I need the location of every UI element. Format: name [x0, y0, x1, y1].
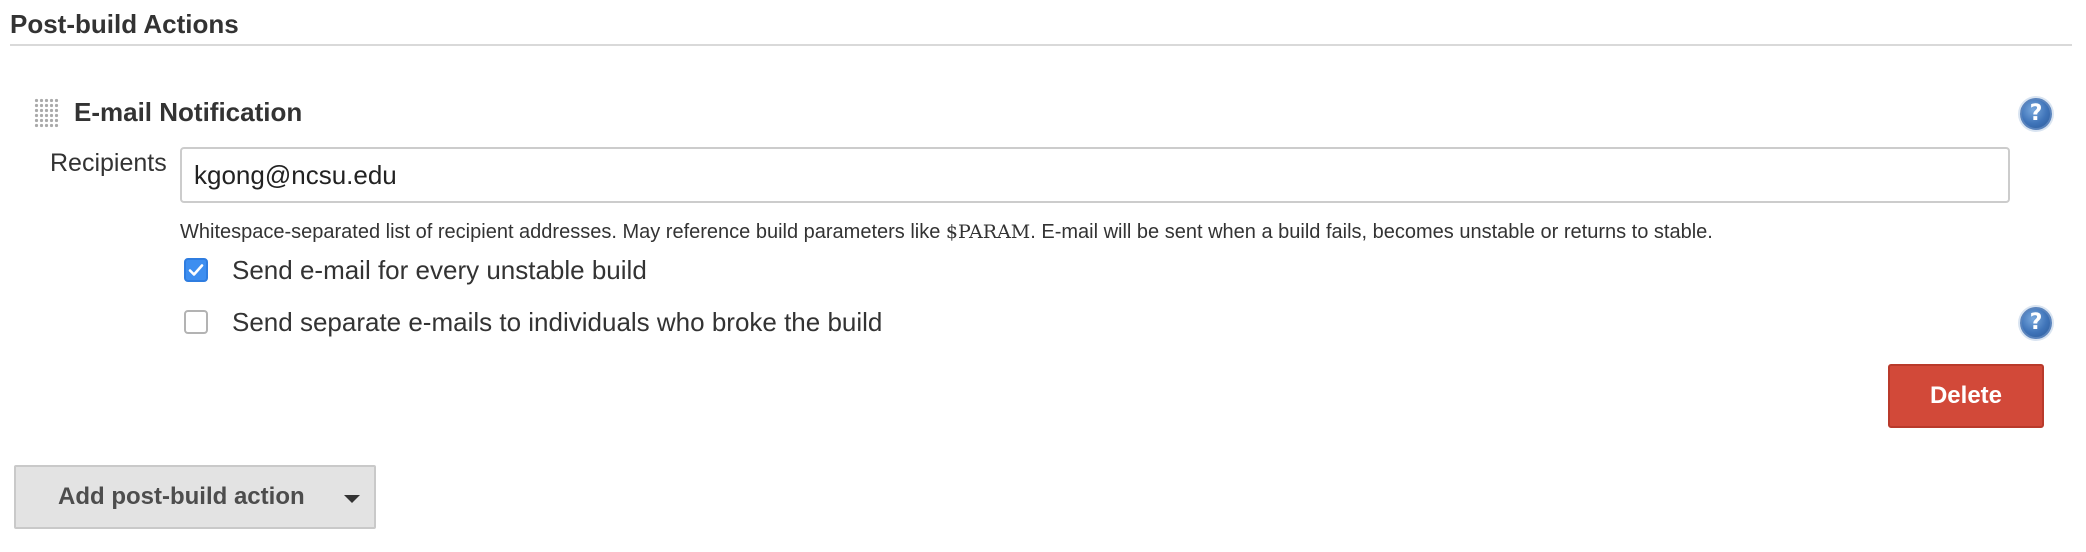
checkbox-unchecked[interactable] [184, 310, 208, 334]
post-build-actions-page: Post-build Actions E-mail Notification ?… [0, 0, 2086, 552]
section-divider [10, 44, 2072, 46]
delete-button[interactable]: Delete [1888, 364, 2044, 428]
caret-down-icon [344, 495, 360, 503]
unstable-build-option-label: Send e-mail for every unstable build [232, 255, 647, 285]
help-icon[interactable]: ? [2020, 98, 2052, 130]
separate-emails-option[interactable]: Send separate e-mails to individuals who… [184, 304, 882, 340]
param-code: $PARAM [945, 221, 1031, 243]
add-post-build-action-button[interactable]: Add post-build action [14, 465, 376, 529]
checkmark-icon [188, 264, 204, 276]
help-text-part: Whitespace-separated list of recipient a… [180, 221, 946, 243]
unstable-build-option[interactable]: Send e-mail for every unstable build [184, 252, 647, 288]
recipients-input[interactable] [180, 147, 2010, 203]
help-text-part: . E-mail will be sent when a build fails… [1030, 221, 1713, 243]
separate-emails-option-label: Send separate e-mails to individuals who… [232, 307, 883, 337]
add-post-build-action-label: Add post-build action [58, 483, 305, 510]
checkbox-checked[interactable] [184, 258, 208, 282]
drag-handle-icon[interactable] [34, 98, 60, 128]
help-icon[interactable]: ? [2020, 307, 2052, 339]
recipients-help-text: Whitespace-separated list of recipient a… [180, 218, 1713, 246]
recipients-label: Recipients [50, 149, 167, 177]
section-title: Post-build Actions [10, 9, 239, 39]
email-notification-title: E-mail Notification [74, 97, 303, 127]
